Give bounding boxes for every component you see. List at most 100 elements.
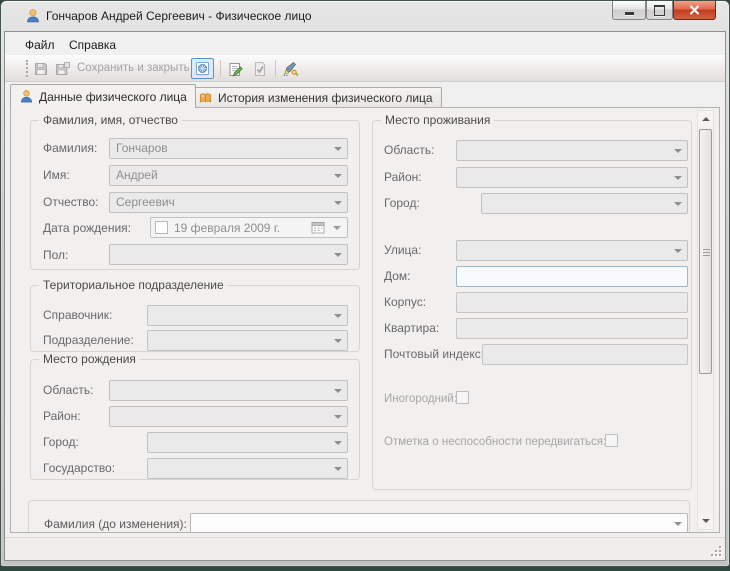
firstname-label: Имя: — [43, 168, 70, 182]
save-button[interactable] — [32, 60, 50, 78]
client-area: Файл Справка Сохранить и — [4, 31, 726, 561]
title-bar[interactable]: Гончаров Андрей Сергеевич - Физическое л… — [1, 1, 729, 31]
maximize-icon — [654, 5, 665, 16]
check-document-button[interactable] — [251, 60, 269, 78]
chevron-down-icon — [334, 467, 342, 471]
save-all-button[interactable] — [54, 60, 72, 78]
chevron-down-icon — [674, 176, 682, 180]
scroll-up-button[interactable] — [698, 111, 713, 127]
arrow-down-icon — [702, 519, 710, 523]
res-city-combo[interactable] — [481, 193, 688, 214]
prev-surname-combo[interactable] — [190, 513, 688, 533]
edit-pencil-icon — [227, 61, 244, 78]
gender-combo[interactable] — [109, 244, 348, 265]
group-fio-title: Фамилия, имя, отчество — [39, 113, 182, 127]
firstname-combo[interactable]: Андрей — [109, 165, 348, 186]
building-input[interactable] — [456, 292, 688, 313]
immobility-label: Отметка о неспособности передвигаться: — [384, 436, 606, 448]
directory-combo[interactable] — [147, 305, 348, 326]
patronymic-combo[interactable]: Сергеевич — [109, 192, 348, 213]
house-label: Дом: — [384, 269, 411, 283]
tab-person-data[interactable]: Данные физического лица — [10, 84, 196, 108]
chevron-down-icon — [334, 314, 342, 318]
group-prev-surname: Фамилия (до изменения): — [28, 500, 690, 533]
arrow-up-icon — [702, 117, 710, 121]
directory-label: Справочник: — [43, 308, 112, 322]
birth-city-label: Город: — [43, 435, 79, 449]
building-label: Корпус: — [384, 295, 426, 309]
birth-district-label: Район: — [43, 409, 81, 423]
chevron-down-icon — [334, 253, 342, 257]
toolbar-grip[interactable] — [26, 60, 28, 77]
nonresident-label: Иногородний: — [384, 393, 457, 405]
res-region-label: Область: — [384, 143, 434, 157]
birthdate-picker[interactable]: 19 февраля 2009 г. — [150, 217, 348, 238]
gender-label: Пол: — [43, 248, 68, 262]
house-input[interactable] — [456, 266, 688, 287]
surname-label: Фамилия: — [43, 141, 97, 155]
group-territory-title: Териториальное подразделение — [39, 278, 228, 292]
close-icon — [689, 5, 700, 15]
group-territory: Териториальное подразделение Справочник:… — [30, 285, 360, 352]
signature-button[interactable] — [281, 60, 299, 78]
chevron-down-icon — [334, 201, 342, 205]
birthdate-label: Дата рождения: — [43, 221, 131, 235]
birthdate-checkbox[interactable] — [155, 221, 168, 234]
chevron-down-icon — [674, 249, 682, 253]
group-residence-title: Место проживания — [381, 113, 494, 127]
close-button[interactable] — [673, 1, 716, 20]
chevron-down-icon — [334, 389, 342, 393]
menu-file[interactable]: Файл — [19, 36, 61, 54]
chevron-down-icon — [334, 174, 342, 178]
birthdate-value: 19 февраля 2009 г. — [174, 221, 305, 235]
toolbar-separator — [220, 60, 221, 77]
check-document-icon — [252, 61, 268, 77]
person-data-panel: Фамилия, имя, отчество Фамилия: Гончаров… — [10, 107, 720, 533]
surname-combo[interactable]: Гончаров — [109, 138, 348, 159]
birth-district-combo[interactable] — [109, 406, 348, 427]
birth-city-combo[interactable] — [147, 432, 348, 453]
chevron-down-icon — [674, 522, 682, 526]
birth-region-combo[interactable] — [109, 380, 348, 401]
nonresident-checkbox[interactable] — [456, 391, 469, 404]
toolbar: Сохранить и закрыть — [5, 55, 725, 82]
birth-region-label: Область: — [43, 383, 93, 397]
res-district-combo[interactable] — [456, 167, 688, 188]
person-icon — [25, 8, 41, 24]
vertical-scrollbar[interactable] — [697, 110, 714, 530]
street-label: Улица: — [384, 243, 421, 257]
res-region-combo[interactable] — [456, 140, 688, 161]
tab-person-data-label: Данные физического лица — [39, 90, 187, 104]
minimize-icon — [625, 12, 634, 15]
menu-help[interactable]: Справка — [63, 36, 122, 54]
chevron-down-icon[interactable] — [333, 226, 341, 230]
edit-button[interactable] — [226, 60, 244, 78]
scrollbar-grip — [703, 249, 710, 250]
resize-grip[interactable] — [709, 544, 721, 556]
maximize-button[interactable] — [646, 1, 673, 20]
birth-country-combo[interactable] — [147, 458, 348, 479]
status-bar — [5, 537, 725, 560]
group-residence: Место проживания Область: Район: Город: … — [372, 120, 692, 490]
save-and-close-button[interactable]: Сохранить и закрыть — [77, 62, 190, 74]
tab-change-history[interactable]: История изменения физического лица — [189, 87, 442, 108]
person-icon — [19, 89, 34, 104]
scrollbar-thumb[interactable] — [699, 129, 712, 374]
scroll-down-button[interactable] — [698, 513, 713, 529]
signature-key-icon — [282, 61, 299, 78]
street-combo[interactable] — [456, 240, 688, 261]
chevron-down-icon — [334, 441, 342, 445]
minimize-button[interactable] — [612, 1, 646, 20]
division-label: Подразделение: — [43, 333, 134, 347]
grid-window-button[interactable] — [191, 58, 214, 79]
apartment-input[interactable] — [456, 318, 688, 339]
apartment-label: Квартира: — [384, 321, 439, 335]
patronymic-value: Сергеевич — [116, 195, 175, 209]
menu-bar: Файл Справка — [5, 32, 725, 55]
postcode-input[interactable] — [482, 344, 688, 365]
division-combo[interactable] — [147, 330, 348, 351]
calendar-icon — [311, 221, 325, 234]
immobility-checkbox[interactable] — [605, 434, 618, 447]
chevron-down-icon — [334, 339, 342, 343]
patronymic-label: Отчество: — [43, 195, 99, 209]
